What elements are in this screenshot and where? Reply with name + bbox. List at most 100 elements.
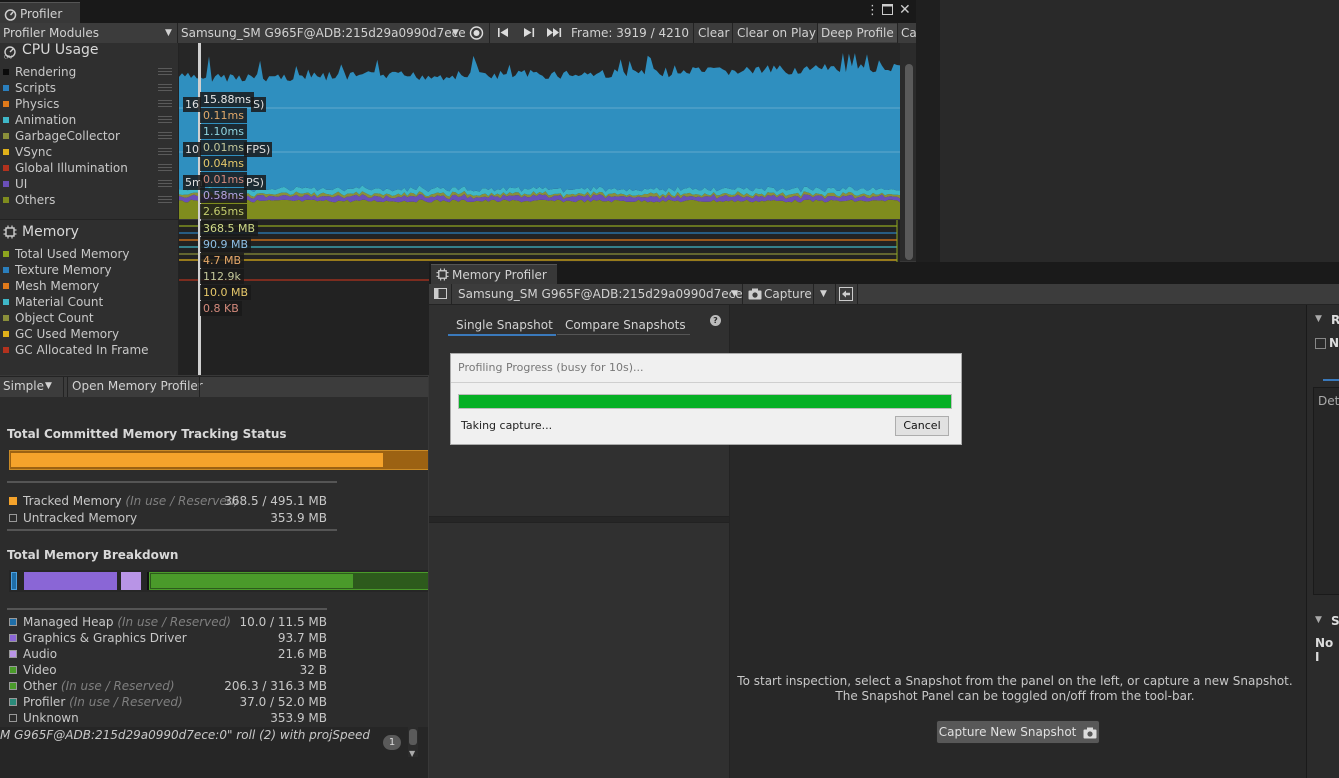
legend-item[interactable]: Rendering (3, 64, 175, 80)
drag-handle-icon[interactable] (158, 180, 172, 188)
legend-swatch[interactable] (3, 196, 9, 203)
legend-swatch[interactable] (3, 148, 9, 155)
console-message[interactable]: M G965F@ADB:215d29a0990d7ece:0" roll (2)… (0, 728, 370, 742)
cancel-button[interactable]: Cancel (895, 416, 949, 436)
breakdown-label: Unknown (23, 711, 79, 725)
cpu-usage-chart[interactable] (179, 43, 900, 219)
legend-item[interactable]: Scripts (3, 80, 175, 96)
memory-value-label: 368.5 MB (200, 221, 259, 236)
capture-options-dropdown-icon[interactable]: ▼ (820, 286, 827, 302)
legend-swatch[interactable] (3, 330, 9, 337)
legend-item[interactable]: Texture Memory (3, 262, 175, 278)
clear-on-play-button[interactable]: Clear on Play (737, 25, 816, 41)
tab-single-snapshot[interactable]: Single Snapshot (456, 316, 553, 334)
legend-item[interactable]: Physics (3, 96, 175, 112)
drag-handle-icon[interactable] (158, 164, 172, 172)
legend-item[interactable]: GarbageCollector (3, 128, 175, 144)
record-icon[interactable] (469, 25, 484, 41)
chart-scroll-thumb[interactable] (905, 64, 913, 260)
cpu-module-title[interactable]: CPU Usage (22, 42, 99, 58)
breakdown-row: Video 32 B (9, 662, 327, 678)
foldout-arrow-icon[interactable]: ▼ (1315, 314, 1322, 324)
memory-module-title[interactable]: Memory (22, 224, 79, 240)
legend-swatch[interactable] (3, 180, 9, 187)
view-mode-dropdown[interactable]: Simple (3, 378, 44, 394)
legend-item[interactable]: Mesh Memory (3, 278, 175, 294)
breakdown-value: 206.3 / 316.3 MB (224, 679, 327, 693)
side-panel-header: R (1331, 313, 1339, 327)
open-memory-profiler-button[interactable]: Open Memory Profiler (72, 378, 203, 394)
profiler-modules-dropdown[interactable]: Profiler Modules (3, 25, 99, 41)
tab-compare-snapshots[interactable]: Compare Snapshots (565, 316, 686, 334)
legend-item[interactable]: Animation (3, 112, 175, 128)
import-snapshot-icon[interactable] (839, 287, 853, 304)
legend-swatch[interactable] (3, 282, 9, 289)
legend-item[interactable]: Material Count (3, 294, 175, 310)
legend-swatch[interactable] (3, 250, 9, 257)
progress-status-text: Taking capture... (461, 419, 553, 432)
target-device-dropdown[interactable]: Samsung_SM G965F@ADB:215d29a0990d7ece (181, 25, 466, 41)
inactive-tab-underline (557, 334, 690, 335)
breakdown-swatch (9, 617, 17, 626)
target-device-dropdown[interactable]: Samsung_SM G965F@ADB:215d29a0990d7ece (458, 286, 743, 302)
drag-handle-icon[interactable] (158, 68, 172, 76)
table-column-header: Det (1318, 394, 1339, 408)
maximize-icon[interactable] (882, 4, 893, 18)
legend-item[interactable]: GC Allocated In Frame (3, 342, 175, 358)
progress-dialog-title: Profiling Progress (busy for 10s)... (458, 361, 644, 374)
capture-new-snapshot-button[interactable]: Capture New Snapshot (936, 720, 1100, 744)
call-stacks-button[interactable]: Ca (901, 25, 917, 41)
drag-handle-icon[interactable] (158, 100, 172, 108)
legend-swatch[interactable] (3, 116, 9, 123)
legend-label: Physics (15, 97, 60, 111)
memory-profiler-tab[interactable]: Memory Profiler (431, 264, 557, 285)
legend-item[interactable]: VSync (3, 144, 175, 160)
next-frame-icon[interactable] (522, 25, 536, 41)
fps-line-label-suffix: FPS) (244, 142, 273, 157)
legend-item[interactable]: Global Illumination (3, 160, 175, 176)
scroll-down-icon[interactable]: ▼ (409, 749, 415, 758)
drag-handle-icon[interactable] (158, 132, 172, 140)
legend-item[interactable]: Others (3, 192, 175, 208)
fps-line-label: 16 (183, 97, 201, 112)
legend-swatch[interactable] (3, 68, 9, 75)
close-icon[interactable]: ✕ (899, 2, 911, 18)
empty-state-line-1: To start inspection, select a Snapshot f… (737, 674, 1293, 688)
legend-swatch[interactable] (3, 346, 9, 353)
legend-swatch[interactable] (3, 132, 9, 139)
chevron-down-icon: ▼ (731, 289, 738, 299)
side-panel-text: No I (1315, 636, 1334, 664)
snapshot-panel-toggle-icon[interactable] (434, 287, 447, 303)
legend-swatch[interactable] (3, 100, 9, 107)
capture-button[interactable]: Capture (764, 286, 812, 302)
legend-item[interactable]: Total Used Memory (3, 246, 175, 262)
legend-item[interactable]: Object Count (3, 310, 175, 326)
breakdown-row: Profiler (In use / Reserved) 37.0 / 52.0 … (9, 694, 327, 710)
drag-handle-icon[interactable] (158, 196, 172, 204)
untracked-memory-row: Untracked Memory 353.9 MB (9, 510, 327, 526)
memory-profiler-icon (436, 268, 449, 284)
drag-handle-icon[interactable] (158, 116, 172, 124)
drag-handle-icon[interactable] (158, 148, 172, 156)
more-options-icon[interactable]: ⋮ (866, 3, 879, 18)
legend-swatch[interactable] (3, 314, 9, 321)
foldout-arrow-icon[interactable]: ▼ (1315, 615, 1322, 625)
legend-item[interactable]: UI (3, 176, 175, 192)
snapshot-panel-splitter[interactable] (429, 516, 729, 523)
help-icon[interactable]: ? (710, 315, 721, 326)
legend-item[interactable]: GC Used Memory (3, 326, 175, 342)
checkbox[interactable] (1315, 338, 1326, 349)
clear-button[interactable]: Clear (698, 25, 729, 41)
previous-frame-icon[interactable] (496, 25, 510, 41)
legend-swatch[interactable] (3, 84, 9, 91)
legend-swatch[interactable] (3, 266, 9, 273)
profiler-tab[interactable]: Profiler (0, 2, 80, 24)
chevron-down-icon: ▼ (165, 28, 172, 38)
breakdown-row: Unknown 353.9 MB (9, 710, 327, 726)
deep-profile-button[interactable]: Deep Profile (818, 24, 897, 42)
camera-icon (1083, 725, 1097, 739)
legend-swatch[interactable] (3, 164, 9, 171)
legend-swatch[interactable] (3, 298, 9, 305)
current-frame-icon[interactable] (546, 25, 564, 41)
drag-handle-icon[interactable] (158, 84, 172, 92)
